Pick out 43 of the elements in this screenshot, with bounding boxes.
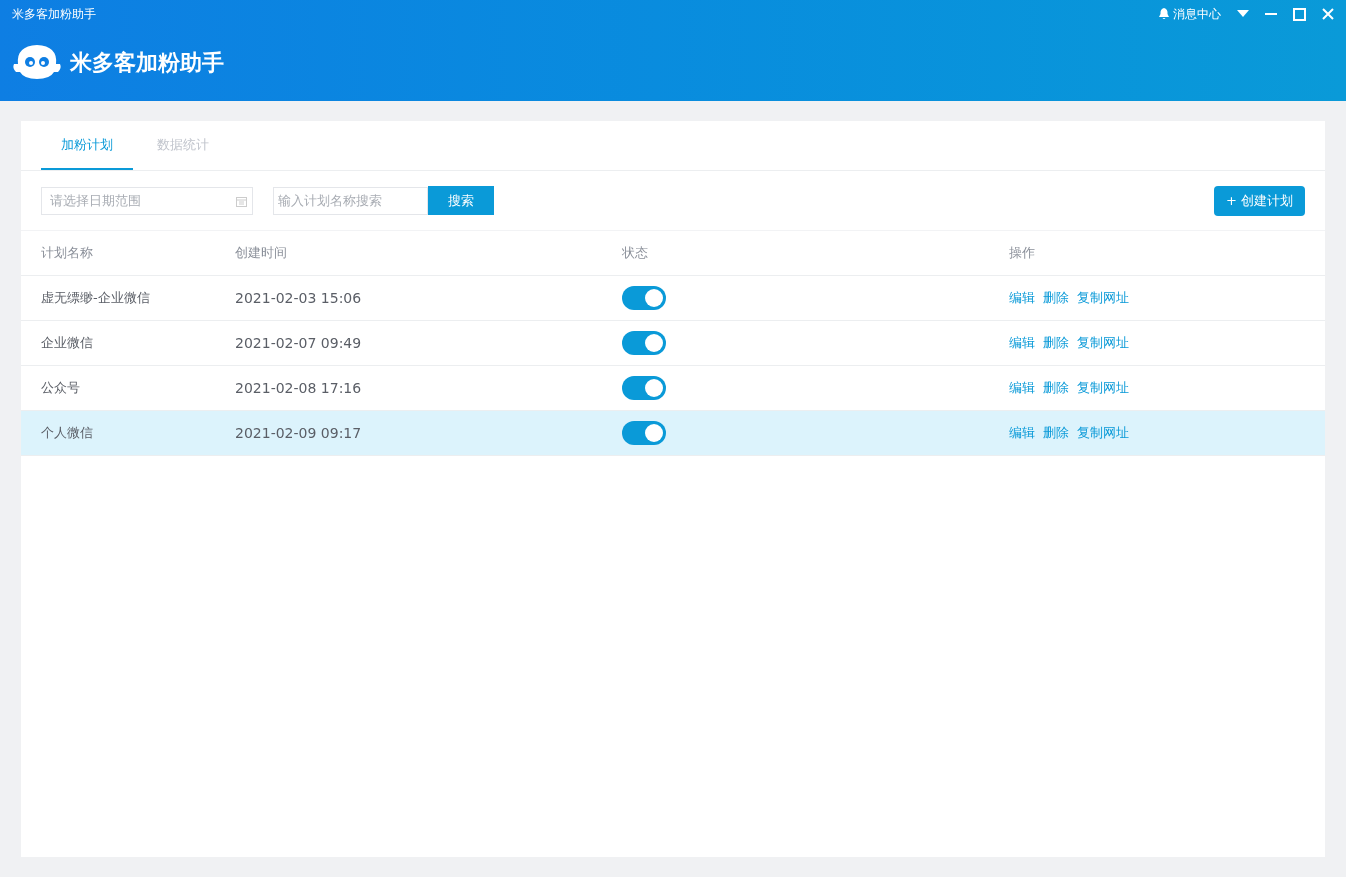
- action-link[interactable]: 删除: [1043, 333, 1069, 353]
- toggle-switch[interactable]: [622, 376, 666, 400]
- table-cell-text: 2021-02-08 17:16: [235, 378, 363, 398]
- brand-name: 米多客加粉助手: [70, 48, 224, 77]
- create-plan-button[interactable]: + 创建计划: [1213, 185, 1305, 216]
- toggle-switch[interactable]: [622, 331, 666, 355]
- notification-center-button[interactable]: 消息中心: [1159, 5, 1221, 23]
- table-cell-text: 个人微信: [41, 424, 94, 443]
- monkey-logo-icon: [12, 42, 62, 82]
- table-cell-text: 2021-02-07 09:49: [235, 333, 363, 353]
- table-cell-text: 公众号: [41, 379, 81, 398]
- table-cell-text: 企业微信: [41, 334, 94, 353]
- window-title: 米多客加粉助手: [12, 6, 96, 23]
- maximize-icon[interactable]: [1293, 7, 1306, 21]
- column-header: 计划名称: [41, 244, 94, 263]
- search-button[interactable]: 搜索: [428, 186, 494, 215]
- action-link[interactable]: 复制网址: [1077, 423, 1129, 443]
- action-link[interactable]: 删除: [1043, 423, 1069, 443]
- action-link[interactable]: 复制网址: [1077, 333, 1129, 353]
- column-header: 操作: [1009, 244, 1036, 263]
- tab[interactable]: 数据统计: [157, 121, 209, 170]
- column-header: 状态: [622, 244, 649, 263]
- dropdown-icon[interactable]: [1237, 10, 1249, 18]
- calendar-icon: [236, 195, 247, 207]
- bell-icon: [1159, 8, 1169, 20]
- close-icon[interactable]: [1322, 8, 1334, 20]
- tab[interactable]: 加粉计划: [41, 121, 133, 170]
- action-link[interactable]: 编辑: [1009, 423, 1035, 443]
- column-header: 创建时间: [235, 244, 288, 263]
- action-link[interactable]: 删除: [1043, 288, 1069, 308]
- action-link[interactable]: 复制网址: [1077, 378, 1129, 398]
- search-field[interactable]: 输入计划名称搜索: [273, 186, 428, 215]
- toggle-switch[interactable]: [622, 286, 666, 310]
- table-cell-text: 2021-02-03 15:06: [235, 288, 363, 308]
- date-range-field[interactable]: 请选择日期范围: [41, 186, 253, 215]
- action-link[interactable]: 编辑: [1009, 288, 1035, 308]
- action-link[interactable]: 编辑: [1009, 333, 1035, 353]
- action-link[interactable]: 复制网址: [1077, 288, 1129, 308]
- toggle-switch[interactable]: [622, 421, 666, 445]
- action-link[interactable]: 编辑: [1009, 378, 1035, 398]
- action-link[interactable]: 删除: [1043, 378, 1069, 398]
- table-cell-text: 虚无缥缈-企业微信: [41, 289, 151, 308]
- table-cell-text: 2021-02-09 09:17: [235, 423, 363, 443]
